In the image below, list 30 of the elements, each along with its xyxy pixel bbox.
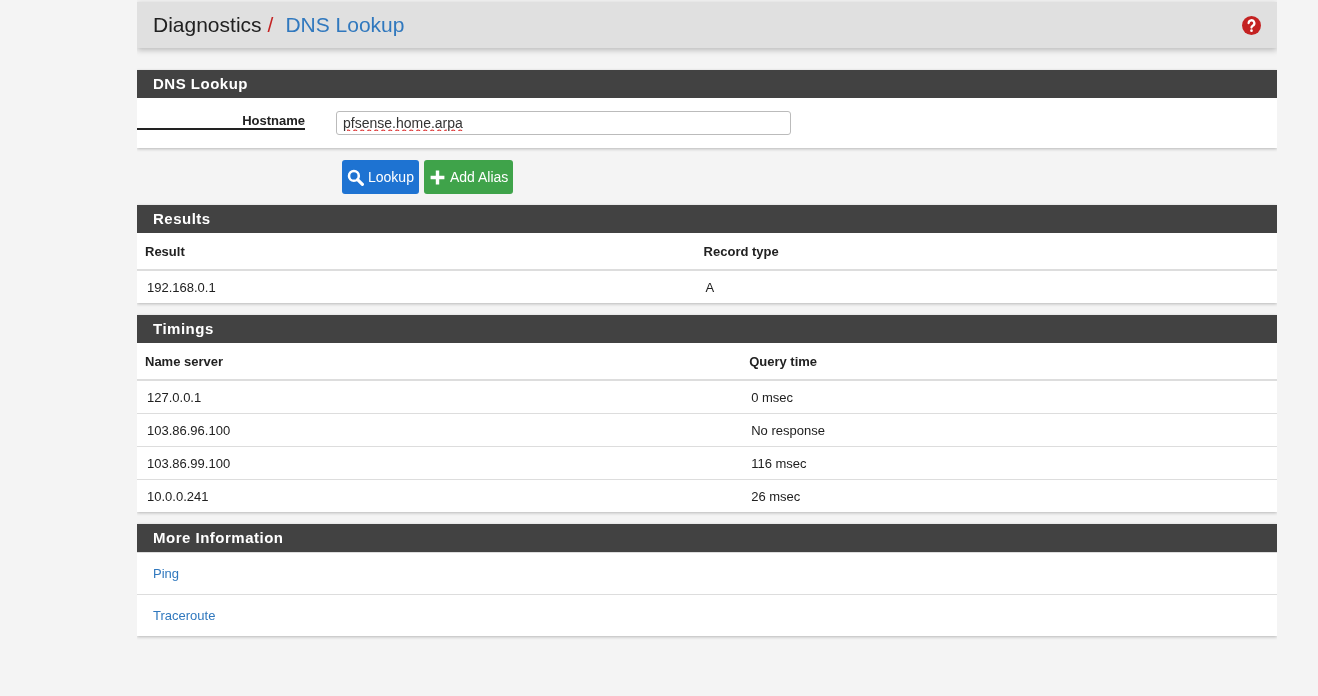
lookup-button[interactable]: Lookup <box>342 160 419 194</box>
column-header: Name server <box>137 343 742 380</box>
table-cell: 103.86.96.100 <box>137 413 742 447</box>
info-link[interactable]: Traceroute <box>153 608 216 623</box>
table-cell: 192.168.0.1 <box>137 270 696 303</box>
table-cell: 103.86.99.100 <box>137 446 742 480</box>
column-header: Result <box>137 233 696 270</box>
table-cell: 127.0.0.1 <box>137 380 742 414</box>
column-header: Query time <box>741 343 1277 380</box>
column-header: Record type <box>695 233 1277 270</box>
help-icon[interactable] <box>1242 15 1261 35</box>
panel-heading: Timings <box>137 315 1277 343</box>
panel-heading: Results <box>137 205 1277 233</box>
table-cell: 26 msec <box>741 479 1277 512</box>
info-link[interactable]: Ping <box>153 566 180 581</box>
table-cell: A <box>695 270 1277 303</box>
table-cell: 10.0.0.241 <box>137 479 742 512</box>
panel-heading: DNS Lookup <box>137 70 1277 98</box>
plus-icon <box>428 168 446 186</box>
table-cell: 0 msec <box>741 380 1277 414</box>
search-icon <box>347 168 364 186</box>
table-cell: No response <box>741 413 1277 447</box>
breadcrumb-parent[interactable]: Diagnostics <box>153 13 262 37</box>
breadcrumb-separator: / <box>267 13 274 37</box>
table-cell: 116 msec <box>741 446 1277 480</box>
hostname-label: Hostname <box>137 113 305 130</box>
panel-heading: More Information <box>137 524 1277 552</box>
page-title[interactable]: DNS Lookup <box>285 13 405 37</box>
add-alias-button[interactable]: Add Alias <box>423 160 514 194</box>
hostname-field[interactable]: pfsense.home.arpa <box>336 111 791 135</box>
